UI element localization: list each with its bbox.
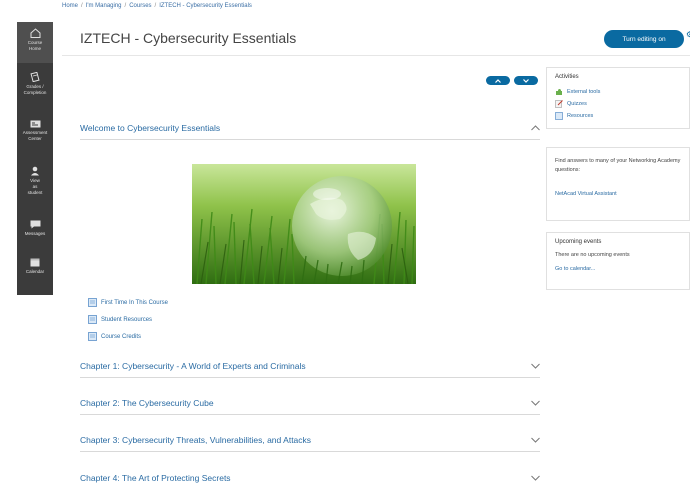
activity-resources[interactable]: Resources — [555, 112, 681, 120]
file-icon — [88, 332, 97, 341]
section-title[interactable]: Chapter 1: Cybersecurity - A World of Ex… — [80, 361, 306, 371]
sidebar-item-course-home[interactable]: Course Home — [17, 22, 53, 63]
breadcrumb-home[interactable]: Home — [62, 3, 78, 9]
go-to-calendar-link[interactable]: Go to calendar... — [555, 266, 681, 272]
settings-gear-icon[interactable]: ⚙ — [686, 30, 690, 38]
course-banner-image — [192, 164, 416, 284]
breadcrumb: Home / I'm Managing / Courses / IZTECH - Cyber… — [62, 3, 252, 9]
assessment-icon — [30, 120, 40, 128]
sidebar-item-label: student — [27, 190, 43, 196]
breadcrumb-managing[interactable]: I'm Managing — [86, 3, 122, 9]
breadcrumb-courses[interactable]: Courses — [129, 3, 151, 9]
expand-all-button[interactable] — [514, 76, 538, 85]
file-icon — [88, 315, 97, 324]
chevron-down-icon[interactable] — [530, 361, 540, 371]
sidebar-item-label: Messages — [24, 231, 46, 236]
sidebar-item-grades[interactable]: Grades / Completion — [17, 63, 53, 110]
grades-icon — [30, 72, 40, 82]
sidebar-item-label: Center — [28, 136, 42, 142]
sidebar-item-assessment-center[interactable]: Assessment Center — [17, 110, 53, 158]
block-title: Upcoming events — [555, 239, 602, 245]
turn-editing-on-button[interactable]: Turn editing on — [604, 30, 684, 48]
resource-link-credits[interactable]: Course Credits — [88, 332, 141, 341]
section-welcome[interactable]: Welcome to Cybersecurity Essentials — [80, 116, 540, 140]
section-title[interactable]: Chapter 4: The Art of Protecting Secrets — [80, 473, 231, 483]
resource-link-first-time[interactable]: First Time In This Course — [88, 298, 168, 307]
breadcrumb-course[interactable]: IZTECH - Cybersecurity Essentials — [159, 3, 252, 9]
section-title[interactable]: Welcome to Cybersecurity Essentials — [80, 123, 220, 133]
netacad-virtual-assistant-link[interactable]: NetAcad Virtual Assistant — [555, 191, 681, 197]
activity-label[interactable]: Quizzes — [567, 101, 587, 107]
help-text: Find answers to many of your Networking … — [555, 158, 681, 173]
sidebar-item-label: Completion — [23, 90, 47, 96]
breadcrumb-separator: / — [154, 3, 157, 9]
header-divider — [62, 55, 690, 56]
resource-link-label[interactable]: Course Credits — [101, 334, 141, 340]
puzzle-icon — [556, 89, 562, 95]
section-title[interactable]: Chapter 3: Cybersecurity Threats, Vulner… — [80, 435, 311, 445]
collapse-all-button[interactable] — [486, 76, 510, 85]
sidebar-item-label: Calendar — [25, 269, 45, 274]
file-icon — [88, 298, 97, 307]
resource-link-label[interactable]: First Time In This Course — [101, 300, 168, 306]
help-block: Find answers to many of your Networking … — [546, 147, 690, 221]
section-chapter-1[interactable]: Chapter 1: Cybersecurity - A World of Ex… — [80, 354, 540, 378]
resource-link-label[interactable]: Student Resources — [101, 317, 152, 323]
resource-link-student[interactable]: Student Resources — [88, 315, 152, 324]
user-icon — [31, 166, 39, 176]
no-events-text: There are no upcoming events — [555, 252, 630, 258]
block-title: Activities — [555, 74, 579, 80]
calendar-icon — [30, 258, 40, 267]
section-chapter-4[interactable]: Chapter 4: The Art of Protecting Secrets — [80, 466, 540, 486]
page-title: IZTECH - Cybersecurity Essentials — [80, 30, 297, 46]
sidebar-item-view-as-student[interactable]: View as student — [17, 158, 53, 212]
chevron-down-icon — [523, 78, 529, 83]
upcoming-events-block: Upcoming events There are no upcoming ev… — [546, 232, 690, 290]
activities-block: Activities External tools Quizzes Resour… — [546, 67, 690, 129]
breadcrumb-separator: / — [81, 3, 83, 9]
home-icon — [30, 28, 40, 38]
quiz-icon — [555, 100, 563, 108]
chevron-down-icon[interactable] — [530, 435, 540, 445]
sidebar-item-label: Home — [28, 46, 41, 52]
chevron-down-icon[interactable] — [530, 473, 540, 483]
section-chapter-2[interactable]: Chapter 2: The Cybersecurity Cube — [80, 391, 540, 415]
sidebar-item-calendar[interactable]: Calendar — [17, 249, 53, 289]
activity-external-tools[interactable]: External tools — [555, 88, 681, 96]
activity-label[interactable]: External tools — [567, 89, 600, 95]
chevron-up-icon[interactable] — [530, 123, 540, 133]
section-chapter-3[interactable]: Chapter 3: Cybersecurity Threats, Vulner… — [80, 428, 540, 452]
activity-label[interactable]: Resources — [567, 113, 593, 119]
file-icon — [555, 112, 563, 120]
section-title[interactable]: Chapter 2: The Cybersecurity Cube — [80, 398, 214, 408]
chevron-down-icon[interactable] — [530, 398, 540, 408]
breadcrumb-separator: / — [124, 3, 127, 9]
sidebar-item-messages[interactable]: Messages — [17, 212, 53, 249]
message-icon — [30, 220, 40, 229]
activity-quizzes[interactable]: Quizzes — [555, 100, 681, 108]
chevron-up-icon — [495, 78, 501, 83]
course-nav-sidebar: Course Home Grades / Completion Assessme… — [17, 22, 53, 295]
